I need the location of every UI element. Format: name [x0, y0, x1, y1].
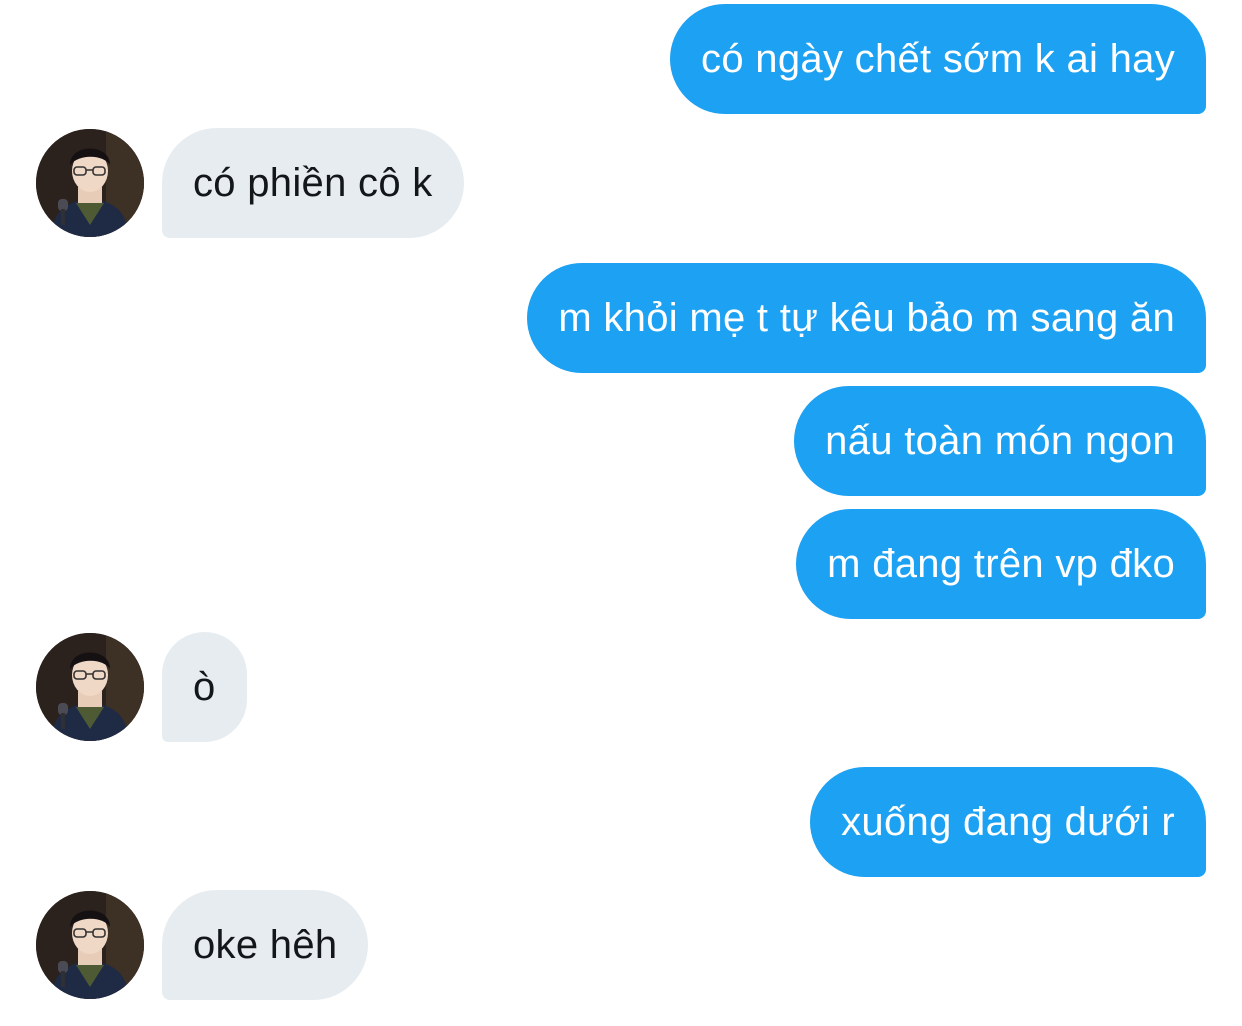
- message-bubble-incoming[interactable]: ò: [162, 632, 247, 742]
- message-bubble-outgoing[interactable]: m khỏi mẹ t tự kêu bảo m sang ăn: [527, 263, 1206, 373]
- message-bubble-outgoing[interactable]: có ngày chết sớm k ai hay: [670, 4, 1206, 114]
- message-bubble-outgoing[interactable]: nấu toàn món ngon: [794, 386, 1206, 496]
- message-bubble-outgoing[interactable]: m đang trên vp đko: [796, 509, 1206, 619]
- avatar-photo-icon: [36, 129, 144, 237]
- message-bubble-outgoing[interactable]: xuống đang dưới r: [810, 767, 1206, 877]
- avatar-photo-icon: [36, 633, 144, 741]
- avatar-photo-icon: [36, 891, 144, 999]
- contact-avatar[interactable]: [36, 633, 144, 741]
- contact-avatar[interactable]: [36, 891, 144, 999]
- message-bubble-incoming[interactable]: có phiền cô k: [162, 128, 464, 238]
- message-bubble-incoming[interactable]: oke hêh: [162, 890, 369, 1000]
- contact-avatar[interactable]: [36, 129, 144, 237]
